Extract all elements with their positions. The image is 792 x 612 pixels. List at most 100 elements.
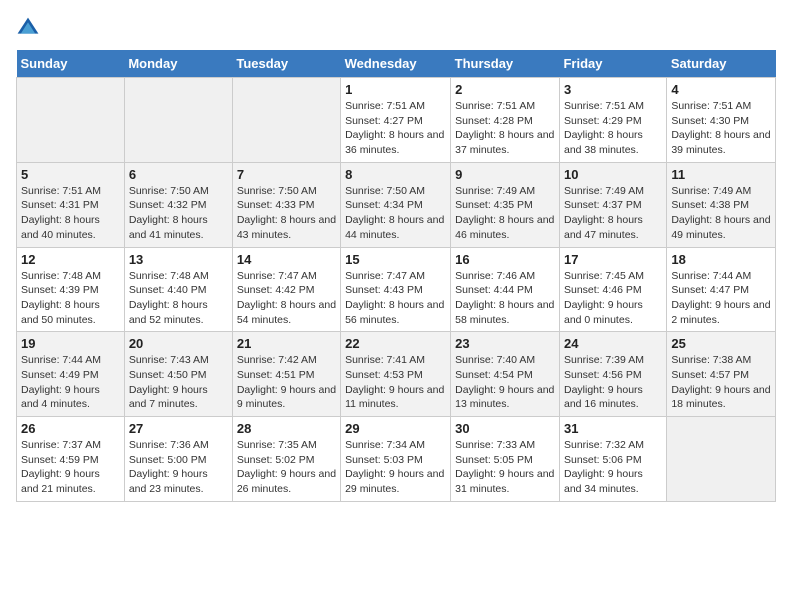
day-number: 23 [455, 336, 555, 351]
day-content: Sunrise: 7:39 AM Sunset: 4:56 PM Dayligh… [564, 353, 662, 412]
calendar-cell: 29 Sunrise: 7:34 AM Sunset: 5:03 PM Dayli… [341, 417, 451, 502]
day-content: Sunrise: 7:41 AM Sunset: 4:53 PM Dayligh… [345, 353, 446, 412]
page-header [16, 16, 776, 40]
day-number: 15 [345, 252, 446, 267]
day-content: Sunrise: 7:51 AM Sunset: 4:28 PM Dayligh… [455, 99, 555, 158]
day-number: 16 [455, 252, 555, 267]
day-content: Sunrise: 7:33 AM Sunset: 5:05 PM Dayligh… [455, 438, 555, 497]
calendar-cell: 3 Sunrise: 7:51 AM Sunset: 4:29 PM Daylig… [559, 78, 666, 163]
calendar-cell: 5 Sunrise: 7:51 AM Sunset: 4:31 PM Daylig… [17, 162, 125, 247]
calendar-cell: 18 Sunrise: 7:44 AM Sunset: 4:47 PM Dayli… [667, 247, 776, 332]
calendar-cell: 21 Sunrise: 7:42 AM Sunset: 4:51 PM Dayli… [232, 332, 340, 417]
calendar-cell: 6 Sunrise: 7:50 AM Sunset: 4:32 PM Daylig… [124, 162, 232, 247]
day-content: Sunrise: 7:40 AM Sunset: 4:54 PM Dayligh… [455, 353, 555, 412]
calendar-cell: 26 Sunrise: 7:37 AM Sunset: 4:59 PM Dayli… [17, 417, 125, 502]
calendar-cell: 19 Sunrise: 7:44 AM Sunset: 4:49 PM Dayli… [17, 332, 125, 417]
calendar-cell: 30 Sunrise: 7:33 AM Sunset: 5:05 PM Dayli… [451, 417, 560, 502]
day-number: 18 [671, 252, 771, 267]
day-number: 27 [129, 421, 228, 436]
day-content: Sunrise: 7:48 AM Sunset: 4:39 PM Dayligh… [21, 269, 120, 328]
calendar-cell: 2 Sunrise: 7:51 AM Sunset: 4:28 PM Daylig… [451, 78, 560, 163]
calendar-cell: 22 Sunrise: 7:41 AM Sunset: 4:53 PM Dayli… [341, 332, 451, 417]
day-number: 4 [671, 82, 771, 97]
day-number: 3 [564, 82, 662, 97]
day-content: Sunrise: 7:46 AM Sunset: 4:44 PM Dayligh… [455, 269, 555, 328]
day-content: Sunrise: 7:50 AM Sunset: 4:32 PM Dayligh… [129, 184, 228, 243]
day-content: Sunrise: 7:34 AM Sunset: 5:03 PM Dayligh… [345, 438, 446, 497]
calendar-cell [667, 417, 776, 502]
day-content: Sunrise: 7:47 AM Sunset: 4:43 PM Dayligh… [345, 269, 446, 328]
day-number: 31 [564, 421, 662, 436]
day-content: Sunrise: 7:44 AM Sunset: 4:49 PM Dayligh… [21, 353, 120, 412]
calendar-cell [17, 78, 125, 163]
calendar-table: SundayMondayTuesdayWednesdayThursdayFrid… [16, 50, 776, 502]
day-content: Sunrise: 7:50 AM Sunset: 4:33 PM Dayligh… [237, 184, 336, 243]
calendar-cell: 27 Sunrise: 7:36 AM Sunset: 5:00 PM Dayli… [124, 417, 232, 502]
weekday-header-monday: Monday [124, 50, 232, 78]
day-number: 7 [237, 167, 336, 182]
weekday-header-friday: Friday [559, 50, 666, 78]
calendar-cell: 16 Sunrise: 7:46 AM Sunset: 4:44 PM Dayli… [451, 247, 560, 332]
calendar-cell: 23 Sunrise: 7:40 AM Sunset: 4:54 PM Dayli… [451, 332, 560, 417]
logo [16, 16, 44, 40]
day-number: 20 [129, 336, 228, 351]
calendar-cell [232, 78, 340, 163]
calendar-cell: 12 Sunrise: 7:48 AM Sunset: 4:39 PM Dayli… [17, 247, 125, 332]
day-number: 22 [345, 336, 446, 351]
day-number: 11 [671, 167, 771, 182]
day-content: Sunrise: 7:35 AM Sunset: 5:02 PM Dayligh… [237, 438, 336, 497]
calendar-cell: 20 Sunrise: 7:43 AM Sunset: 4:50 PM Dayli… [124, 332, 232, 417]
weekday-header-tuesday: Tuesday [232, 50, 340, 78]
day-content: Sunrise: 7:51 AM Sunset: 4:31 PM Dayligh… [21, 184, 120, 243]
day-content: Sunrise: 7:37 AM Sunset: 4:59 PM Dayligh… [21, 438, 120, 497]
day-number: 26 [21, 421, 120, 436]
day-number: 17 [564, 252, 662, 267]
day-content: Sunrise: 7:38 AM Sunset: 4:57 PM Dayligh… [671, 353, 771, 412]
day-content: Sunrise: 7:49 AM Sunset: 4:38 PM Dayligh… [671, 184, 771, 243]
day-content: Sunrise: 7:51 AM Sunset: 4:27 PM Dayligh… [345, 99, 446, 158]
day-number: 28 [237, 421, 336, 436]
day-number: 30 [455, 421, 555, 436]
day-number: 21 [237, 336, 336, 351]
day-content: Sunrise: 7:43 AM Sunset: 4:50 PM Dayligh… [129, 353, 228, 412]
calendar-cell: 25Sunrise: 7:38 AM Sunset: 4:57 PM Dayli… [667, 332, 776, 417]
calendar-week-row: 19 Sunrise: 7:44 AM Sunset: 4:49 PM Dayli… [17, 332, 776, 417]
weekday-header-wednesday: Wednesday [341, 50, 451, 78]
day-content: Sunrise: 7:44 AM Sunset: 4:47 PM Dayligh… [671, 269, 771, 328]
day-number: 24 [564, 336, 662, 351]
calendar-cell: 14 Sunrise: 7:47 AM Sunset: 4:42 PM Dayli… [232, 247, 340, 332]
calendar-cell: 31 Sunrise: 7:32 AM Sunset: 5:06 PM Dayli… [559, 417, 666, 502]
day-content: Sunrise: 7:45 AM Sunset: 4:46 PM Dayligh… [564, 269, 662, 328]
calendar-week-row: 12 Sunrise: 7:48 AM Sunset: 4:39 PM Dayli… [17, 247, 776, 332]
calendar-cell [124, 78, 232, 163]
day-content: Sunrise: 7:32 AM Sunset: 5:06 PM Dayligh… [564, 438, 662, 497]
calendar-week-row: 1Sunrise: 7:51 AM Sunset: 4:27 PM Daylig… [17, 78, 776, 163]
calendar-cell: 8Sunrise: 7:50 AM Sunset: 4:34 PM Daylig… [341, 162, 451, 247]
day-number: 5 [21, 167, 120, 182]
day-number: 13 [129, 252, 228, 267]
day-number: 19 [21, 336, 120, 351]
day-number: 29 [345, 421, 446, 436]
day-content: Sunrise: 7:51 AM Sunset: 4:30 PM Dayligh… [671, 99, 771, 158]
day-number: 9 [455, 167, 555, 182]
weekday-header-sunday: Sunday [17, 50, 125, 78]
calendar-cell: 10Sunrise: 7:49 AM Sunset: 4:37 PM Dayli… [559, 162, 666, 247]
calendar-cell: 15 Sunrise: 7:47 AM Sunset: 4:43 PM Dayli… [341, 247, 451, 332]
day-content: Sunrise: 7:48 AM Sunset: 4:40 PM Dayligh… [129, 269, 228, 328]
day-content: Sunrise: 7:47 AM Sunset: 4:42 PM Dayligh… [237, 269, 336, 328]
calendar-cell: 17 Sunrise: 7:45 AM Sunset: 4:46 PM Dayli… [559, 247, 666, 332]
day-content: Sunrise: 7:36 AM Sunset: 5:00 PM Dayligh… [129, 438, 228, 497]
calendar-cell: 11 Sunrise: 7:49 AM Sunset: 4:38 PM Dayli… [667, 162, 776, 247]
day-content: Sunrise: 7:50 AM Sunset: 4:34 PM Dayligh… [345, 184, 446, 243]
day-number: 12 [21, 252, 120, 267]
day-number: 14 [237, 252, 336, 267]
day-content: Sunrise: 7:51 AM Sunset: 4:29 PM Dayligh… [564, 99, 662, 158]
calendar-cell: 13 Sunrise: 7:48 AM Sunset: 4:40 PM Dayli… [124, 247, 232, 332]
day-number: 10 [564, 167, 662, 182]
calendar-cell: 24 Sunrise: 7:39 AM Sunset: 4:56 PM Dayli… [559, 332, 666, 417]
day-content: Sunrise: 7:42 AM Sunset: 4:51 PM Dayligh… [237, 353, 336, 412]
day-number: 2 [455, 82, 555, 97]
logo-icon [16, 16, 40, 40]
weekday-header-saturday: Saturday [667, 50, 776, 78]
day-number: 6 [129, 167, 228, 182]
